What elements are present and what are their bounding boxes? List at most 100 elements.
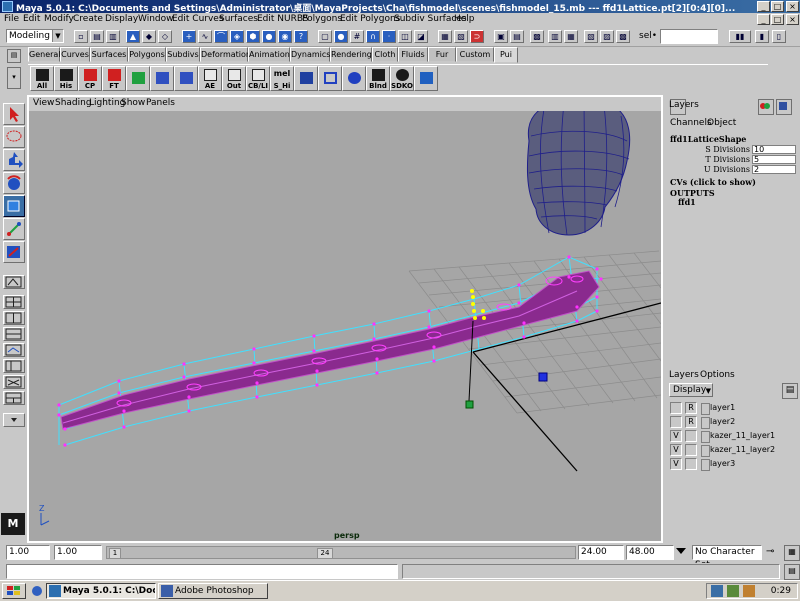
taskbar-item-photoshop[interactable]: Adobe Photoshop [158, 583, 268, 599]
tab-subdivs[interactable]: Subdivs [166, 47, 200, 62]
menu-file[interactable]: File [4, 14, 19, 24]
menu-options[interactable]: Options [700, 370, 735, 380]
make-live-icon[interactable]: ◪ [414, 30, 428, 43]
channel-node-name[interactable]: ffd1LatticeShape [670, 134, 746, 144]
viewport-menu-show[interactable]: Show [121, 98, 145, 108]
attr-row-u-divisions[interactable]: U Divisions 2 [668, 165, 798, 175]
menu-edit-curves[interactable]: Edit Curves [172, 14, 224, 24]
mask-deformations-icon[interactable]: ⬢ [246, 30, 260, 43]
tab-animation[interactable]: Animation [248, 47, 290, 62]
new-scene-icon[interactable]: ▫ [74, 30, 88, 43]
snap-point-icon[interactable]: · [382, 30, 396, 43]
shelf-options-icon[interactable]: ▾ [7, 67, 21, 89]
end-time-field[interactable]: 48.00 [626, 545, 674, 560]
attribute-editor-toggle-icon[interactable]: ▮ [755, 30, 769, 43]
shelf-button-sdko[interactable]: SDKO [390, 66, 414, 91]
shelf-button-6[interactable] [150, 66, 174, 91]
command-line-input[interactable] [6, 564, 398, 579]
layer-name[interactable]: kazer_11_layer2 [710, 445, 775, 454]
shelf-button-12[interactable] [294, 66, 318, 91]
shelf-menu-icon[interactable]: ▤ [7, 49, 21, 63]
menu-create[interactable]: Create [73, 14, 103, 24]
tab-rendering[interactable]: Rendering [330, 47, 372, 62]
tab-general[interactable]: General [28, 47, 61, 62]
layer-visibility-toggle[interactable] [670, 402, 682, 414]
range-handle-start[interactable]: 1 [109, 548, 121, 559]
snap-curve-icon[interactable]: ∩ [366, 30, 380, 43]
script-editor-icon[interactable]: ▤ [784, 564, 800, 580]
snap-view-plane-icon[interactable]: ◫ [398, 30, 412, 43]
menu-polygons[interactable]: Polygons [302, 14, 342, 24]
layer-name[interactable]: kazer_11_layer1 [710, 431, 775, 440]
save-scene-icon[interactable]: ▥ [106, 30, 120, 43]
output-connections-icon[interactable]: ▧ [454, 30, 468, 43]
maximize-button[interactable]: □ [771, 1, 784, 12]
layout-two-pane-stack-icon[interactable] [3, 327, 25, 341]
render-current-frame-icon[interactable]: ▤ [510, 30, 524, 43]
menu-layers[interactable]: Layers [669, 370, 699, 380]
shelf-button-all[interactable]: All [30, 66, 54, 91]
mask-dynamics-icon[interactable]: ● [262, 30, 276, 43]
new-layer-icon[interactable]: ▤ [782, 383, 798, 399]
layer-row[interactable]: V kazer_11_layer2 [668, 443, 796, 457]
mask-surfaces-icon[interactable]: ◈ [230, 30, 244, 43]
layout-menu-icon[interactable] [3, 413, 25, 427]
quick-selection-field[interactable] [660, 29, 718, 44]
range-slider[interactable]: 1 24 [106, 546, 576, 559]
tab-dynamics[interactable]: Dynamics [290, 47, 330, 62]
render-settings-icon[interactable]: ▨ [600, 30, 614, 43]
layout-single-pane-icon[interactable] [3, 275, 25, 289]
layer-name[interactable]: layer2 [710, 417, 735, 426]
last-tool-used-icon[interactable] [3, 241, 25, 263]
layers-tab-label[interactable]: Layers [669, 100, 699, 110]
tab-polygons[interactable]: Polygons [128, 47, 166, 62]
quick-launch-icon[interactable] [30, 584, 44, 598]
fish-head-mesh[interactable] [526, 111, 631, 236]
taskbar-item-maya[interactable]: Maya 5.0.1: C:\Docum... [46, 583, 156, 599]
shelf-button-7[interactable] [174, 66, 198, 91]
perspective-viewport[interactable]: View Shading Lighting Show Panels Z pers… [27, 95, 663, 543]
viewport-menu-lighting[interactable]: Lighting [89, 98, 125, 108]
layer-row[interactable]: R layer2 [668, 415, 796, 429]
menu-surfaces[interactable]: Surfaces [219, 14, 258, 24]
shelf-button-5[interactable] [126, 66, 150, 91]
doc-restore-button[interactable]: □ [771, 14, 784, 25]
layer-type-toggle[interactable] [685, 430, 697, 442]
menu-object[interactable]: Object [707, 118, 736, 128]
minimize-button[interactable]: _ [757, 1, 770, 12]
mask-rendering-icon[interactable]: ◉ [278, 30, 292, 43]
layout-persp-graph-icon[interactable] [3, 343, 25, 357]
move-tool-icon[interactable] [3, 149, 25, 171]
tab-fluids[interactable]: Fluids [398, 47, 428, 62]
deformed-model[interactable] [60, 270, 600, 430]
layer-type-toggle[interactable]: R [685, 402, 697, 414]
layer-color-swatch[interactable] [701, 445, 710, 457]
clapper-settings-icon[interactable]: ▧ [584, 30, 598, 43]
tab-cloth[interactable]: Cloth [372, 47, 398, 62]
mask-joints-icon[interactable]: ∿ [198, 30, 212, 43]
select-by-component-icon[interactable]: ◇ [158, 30, 172, 43]
cvs-toggle[interactable]: CVs (click to show) [670, 177, 756, 187]
menu-edit[interactable]: Edit [23, 14, 40, 24]
layer-row[interactable]: V layer3 [668, 457, 796, 471]
layer-color-swatch[interactable] [701, 431, 710, 443]
mask-curves-icon[interactable]: ⌒ [214, 30, 228, 43]
shelf-button-his[interactable]: His [54, 66, 78, 91]
close-button[interactable]: × [786, 1, 799, 12]
character-set-field[interactable]: No Character Set [692, 545, 762, 570]
shelf-button-ft[interactable]: FT [102, 66, 126, 91]
attr-row-s-divisions[interactable]: S Divisions 10 [668, 145, 798, 155]
channel-box-toggle-icon[interactable]: ▮▮ [729, 30, 751, 43]
shelf-button-blnd[interactable]: Blnd [366, 66, 390, 91]
layer-visibility-toggle[interactable]: V [670, 430, 682, 442]
lasso-tool-icon[interactable] [3, 126, 25, 148]
layout-hypershade-icon[interactable] [3, 375, 25, 389]
shelf-button-13[interactable] [318, 66, 342, 91]
manipulator-tool-icon[interactable] [3, 218, 25, 240]
layer-type-toggle[interactable] [685, 444, 697, 456]
menu-channels[interactable]: Channels [670, 118, 712, 128]
shelf-button-s-hi[interactable]: mel S_Hi [270, 66, 294, 91]
layer-color-swatch[interactable] [701, 459, 710, 471]
menu-modify[interactable]: Modify [44, 14, 74, 24]
playback-end-field[interactable]: 24.00 [578, 545, 624, 560]
